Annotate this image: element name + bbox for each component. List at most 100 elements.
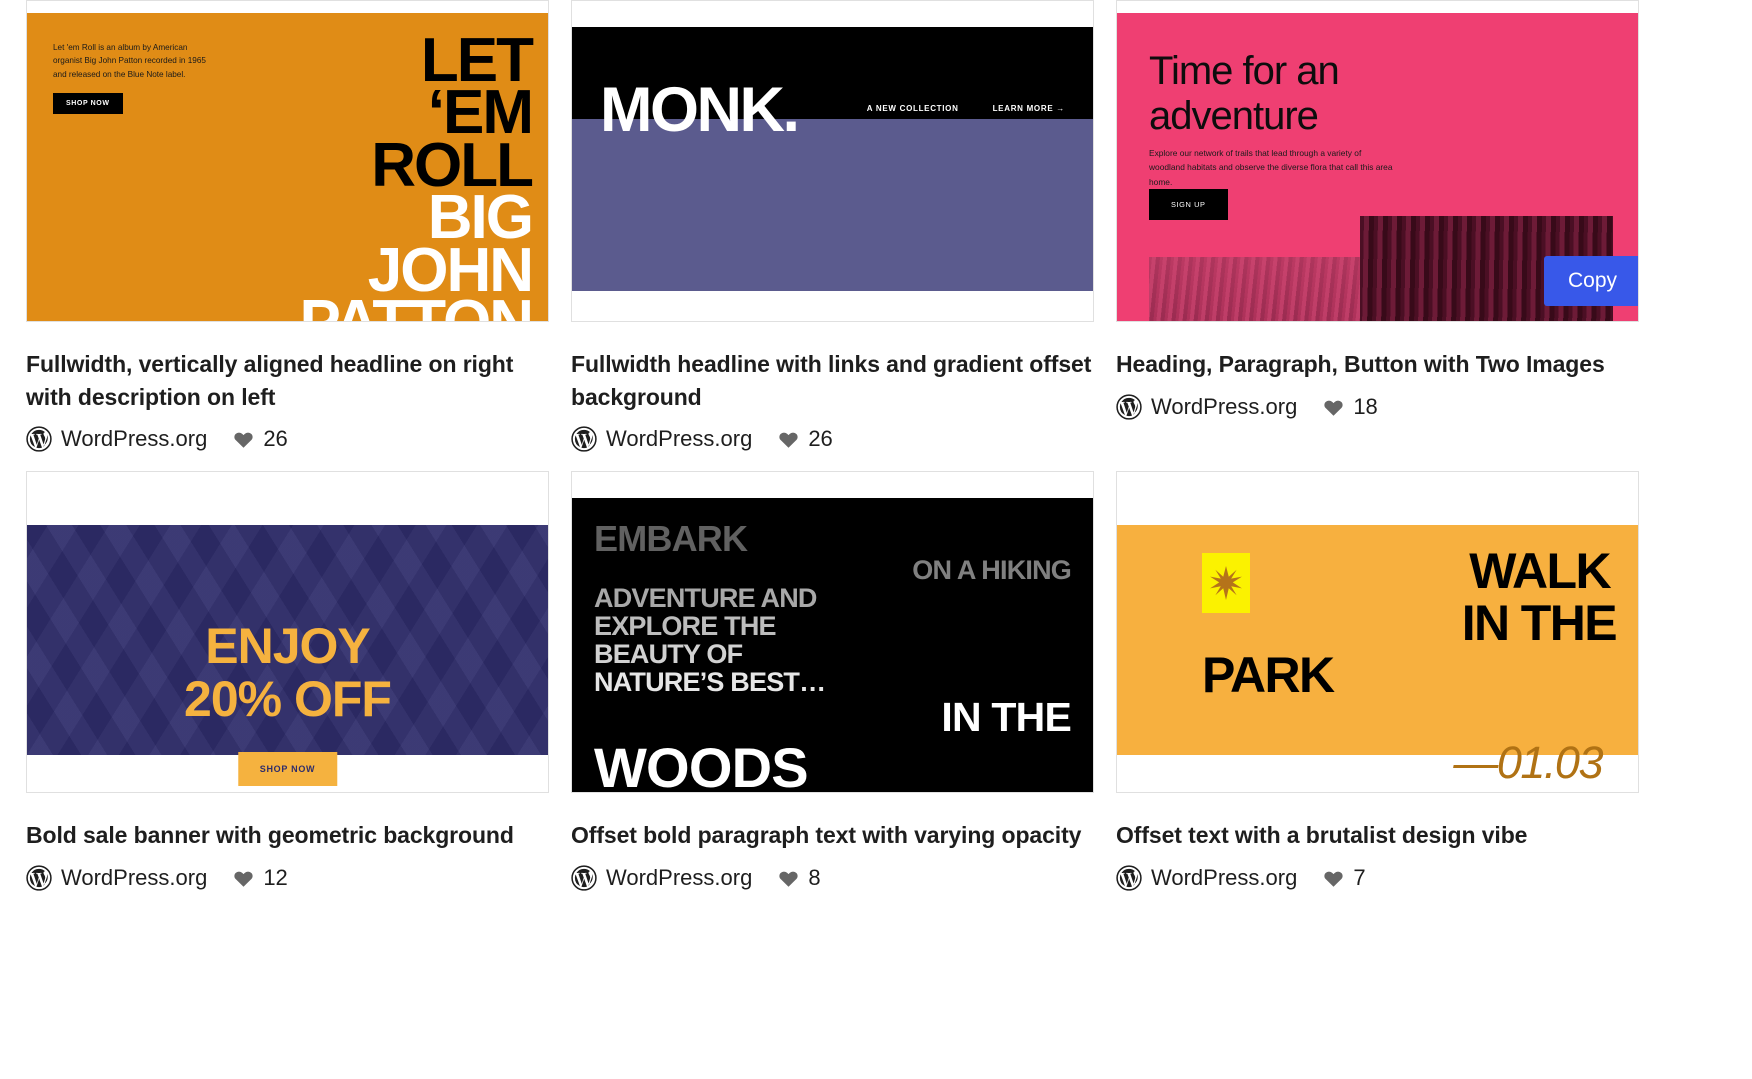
preview-canvas-monk: MONK. A NEW COLLECTION LEARN MORE →: [572, 1, 1093, 321]
author-name: WordPress.org: [61, 864, 208, 890]
pattern-meta: WordPress.org 12: [26, 865, 549, 891]
sale-headline: ENJOY 20% OFF: [27, 620, 548, 725]
pattern-likes[interactable]: 18: [1323, 393, 1378, 420]
monk-links: A NEW COLLECTION LEARN MORE →: [867, 104, 1065, 113]
pattern-card[interactable]: WALK IN THE PARK —01.03 Offset text with…: [1116, 471, 1639, 891]
embark-line: EXPLORE THE: [594, 610, 777, 641]
pattern-card[interactable]: Time for an adventure Explore our networ…: [1116, 0, 1639, 452]
copy-button[interactable]: Copy: [1543, 256, 1638, 306]
heart-icon: [1324, 871, 1343, 887]
sale-headline-line: 20% OFF: [184, 670, 392, 727]
walk-park-date: —01.03: [1453, 737, 1603, 789]
heart-icon: [234, 432, 253, 449]
pattern-title[interactable]: Offset bold paragraph text with varying …: [571, 819, 1094, 852]
pattern-author[interactable]: WordPress.org: [1116, 394, 1297, 420]
embark-line: WOODS: [594, 735, 809, 793]
pattern-title[interactable]: Offset text with a brutalist design vibe: [1116, 819, 1639, 852]
wordpress-icon: [1116, 865, 1142, 891]
pattern-grid: Let 'em Roll is an album by American org…: [0, 0, 1752, 891]
preview-canvas-embark: EMBARK ON A HIKING ADVENTURE AND EXPLORE…: [572, 472, 1093, 793]
walk-park-line: WALK: [1469, 543, 1611, 600]
adventure-heading: Time for an adventure: [1149, 49, 1340, 138]
adventure-image-left: [1149, 257, 1386, 321]
pattern-card[interactable]: ENJOY 20% OFF SHOP NOW Bold sale banner …: [26, 471, 549, 891]
letem-roll-background: Let 'em Roll is an album by American org…: [27, 13, 548, 321]
pattern-title[interactable]: Fullwidth, vertically aligned headline o…: [26, 348, 549, 413]
pattern-author[interactable]: WordPress.org: [1116, 865, 1297, 891]
pattern-likes[interactable]: 26: [778, 426, 833, 452]
headline-line: PATTON: [202, 291, 534, 321]
like-count: 26: [808, 426, 833, 452]
wordpress-icon: [571, 426, 597, 452]
embark-line: ON A HIKING: [912, 555, 1072, 586]
pattern-author[interactable]: WordPress.org: [571, 865, 752, 891]
walk-park-background: WALK IN THE PARK —01.03: [1117, 525, 1638, 788]
sale-shop-now-button[interactable]: SHOP NOW: [237, 752, 338, 787]
pattern-preview[interactable]: Time for an adventure Explore our networ…: [1116, 0, 1639, 322]
pattern-likes[interactable]: 12: [233, 864, 288, 891]
pattern-likes[interactable]: 7: [1323, 864, 1366, 891]
pattern-title[interactable]: Heading, Paragraph, Button with Two Imag…: [1116, 348, 1639, 381]
pattern-preview[interactable]: WALK IN THE PARK —01.03: [1116, 471, 1639, 794]
pattern-card[interactable]: EMBARK ON A HIKING ADVENTURE AND EXPLORE…: [571, 471, 1094, 891]
embark-line: NATURE’S BEST…: [594, 666, 826, 697]
monk-link-collection[interactable]: A NEW COLLECTION: [867, 104, 959, 113]
pattern-likes[interactable]: 8: [778, 864, 821, 891]
letem-roll-headline: LET ‘EM ROLL BIG JOHN PATTON: [202, 29, 534, 321]
embark-line: BEAUTY OF: [594, 638, 743, 669]
like-count: 26: [263, 426, 288, 452]
pattern-preview[interactable]: Let 'em Roll is an album by American org…: [26, 0, 549, 322]
pattern-meta: WordPress.org 8: [571, 865, 1094, 891]
adventure-paragraph: Explore our network of trails that lead …: [1149, 148, 1393, 187]
wordpress-icon: [571, 865, 597, 891]
like-count: 8: [808, 864, 821, 890]
like-count: 18: [1353, 393, 1378, 419]
pattern-card[interactable]: Let 'em Roll is an album by American org…: [26, 0, 549, 452]
wordpress-icon: [26, 426, 52, 452]
embark-background: EMBARK ON A HIKING ADVENTURE AND EXPLORE…: [572, 498, 1093, 793]
embark-line: IN THE: [941, 694, 1071, 741]
walk-park-headline: WALK IN THE PARK: [1117, 543, 1618, 704]
pattern-meta: WordPress.org 7: [1116, 865, 1639, 891]
heart-icon: [1324, 400, 1343, 416]
heart-icon: [779, 871, 798, 887]
adventure-sign-up-button[interactable]: SIGN UP: [1149, 189, 1228, 220]
author-name: WordPress.org: [606, 864, 753, 890]
author-name: WordPress.org: [606, 426, 753, 452]
pattern-author[interactable]: WordPress.org: [26, 426, 207, 452]
embark-line: ADVENTURE AND: [594, 583, 817, 614]
like-count: 12: [263, 864, 288, 890]
walk-park-line: IN THE: [1461, 595, 1618, 652]
pattern-author[interactable]: WordPress.org: [26, 865, 207, 891]
pattern-title[interactable]: Bold sale banner with geometric backgrou…: [26, 819, 549, 852]
pattern-author[interactable]: WordPress.org: [571, 426, 752, 452]
monk-link-learn-more[interactable]: LEARN MORE →: [993, 104, 1065, 113]
embark-paragraph: EMBARK ON A HIKING ADVENTURE AND EXPLORE…: [594, 518, 1072, 793]
pattern-preview[interactable]: ENJOY 20% OFF SHOP NOW: [26, 471, 549, 794]
wordpress-icon: [1116, 393, 1142, 420]
author-name: WordPress.org: [1151, 393, 1298, 419]
pattern-title[interactable]: Fullwidth headline with links and gradie…: [571, 348, 1094, 413]
pattern-meta: WordPress.org 26: [26, 426, 549, 452]
preview-canvas-enjoy-sale: ENJOY 20% OFF SHOP NOW: [27, 472, 548, 792]
heart-icon: [234, 871, 253, 887]
heart-icon: [779, 432, 798, 449]
pattern-meta: WordPress.org 18: [1116, 394, 1639, 420]
letem-roll-shop-now-button[interactable]: SHOP NOW: [53, 93, 123, 114]
pattern-meta: WordPress.org 26: [571, 426, 1094, 452]
sale-geometric-background: ENJOY 20% OFF SHOP NOW: [27, 525, 548, 787]
pattern-card[interactable]: MONK. A NEW COLLECTION LEARN MORE → Full…: [571, 0, 1094, 452]
pattern-preview[interactable]: EMBARK ON A HIKING ADVENTURE AND EXPLORE…: [571, 471, 1094, 794]
author-name: WordPress.org: [61, 426, 208, 452]
wordpress-icon: [26, 865, 52, 891]
preview-canvas-letem-roll: Let 'em Roll is an album by American org…: [27, 1, 548, 321]
sale-headline-line: ENJOY: [205, 618, 371, 675]
pattern-likes[interactable]: 26: [233, 426, 288, 452]
monk-title: MONK.: [600, 75, 800, 145]
like-count: 7: [1353, 864, 1366, 890]
embark-line: EMBARK: [594, 518, 748, 560]
preview-canvas-walk-park: WALK IN THE PARK —01.03: [1117, 472, 1638, 792]
pattern-preview[interactable]: MONK. A NEW COLLECTION LEARN MORE →: [571, 0, 1094, 322]
letem-roll-description: Let 'em Roll is an album by American org…: [53, 43, 206, 79]
walk-park-line: PARK: [1202, 647, 1335, 704]
